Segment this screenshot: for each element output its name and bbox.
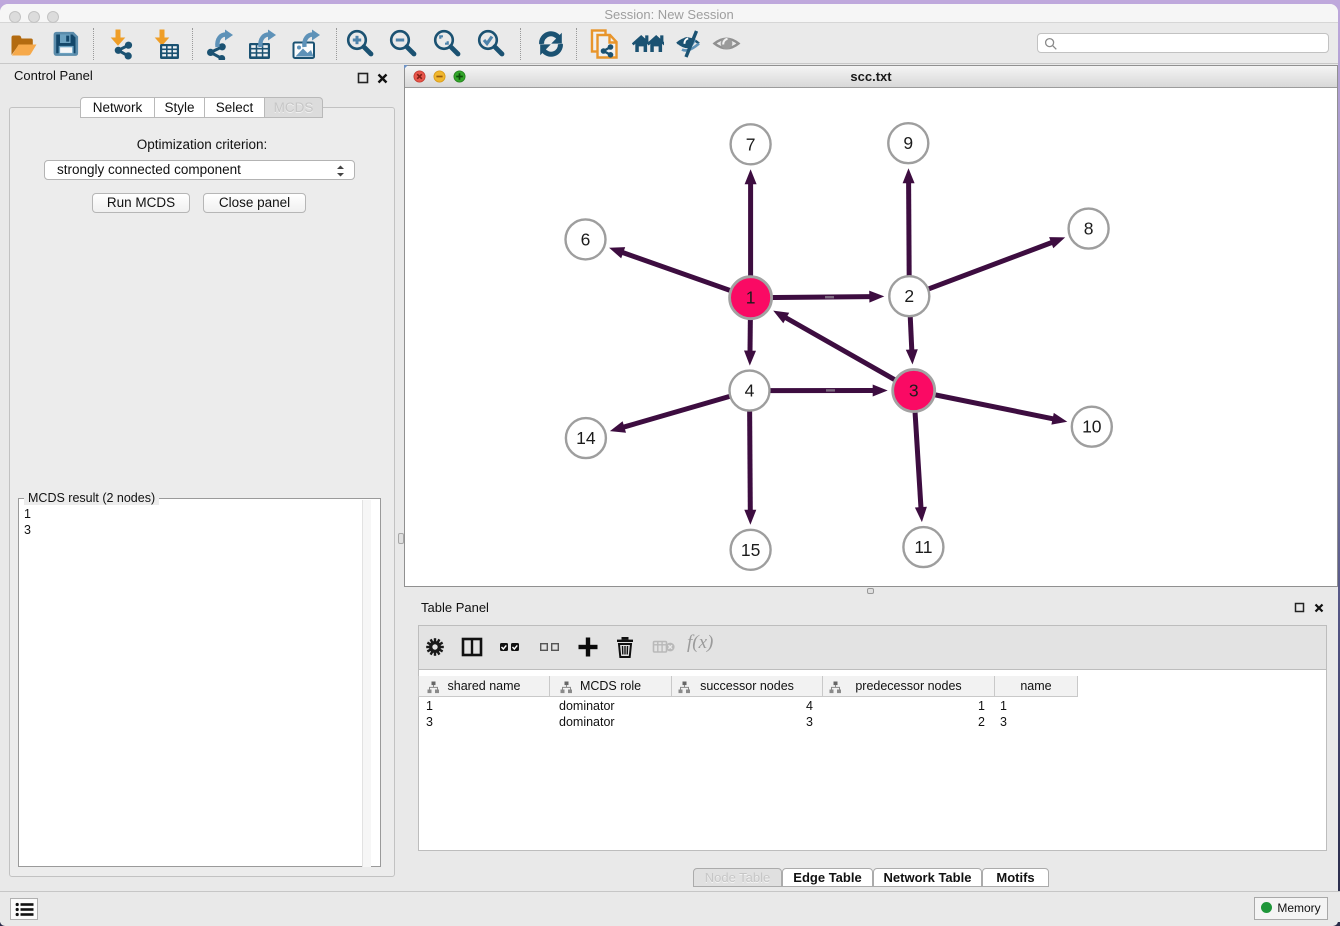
svg-text:2: 2 [904, 286, 914, 306]
svg-text:3: 3 [909, 381, 919, 401]
svg-text:7: 7 [746, 134, 756, 154]
svg-text:10: 10 [1082, 417, 1102, 437]
svg-text:9: 9 [903, 133, 913, 153]
svg-text:11: 11 [914, 537, 932, 557]
svg-text:1: 1 [746, 288, 756, 308]
svg-text:15: 15 [741, 540, 760, 560]
svg-text:14: 14 [576, 428, 596, 448]
svg-text:4: 4 [745, 381, 755, 401]
svg-text:8: 8 [1084, 219, 1094, 239]
svg-text:6: 6 [581, 229, 591, 249]
